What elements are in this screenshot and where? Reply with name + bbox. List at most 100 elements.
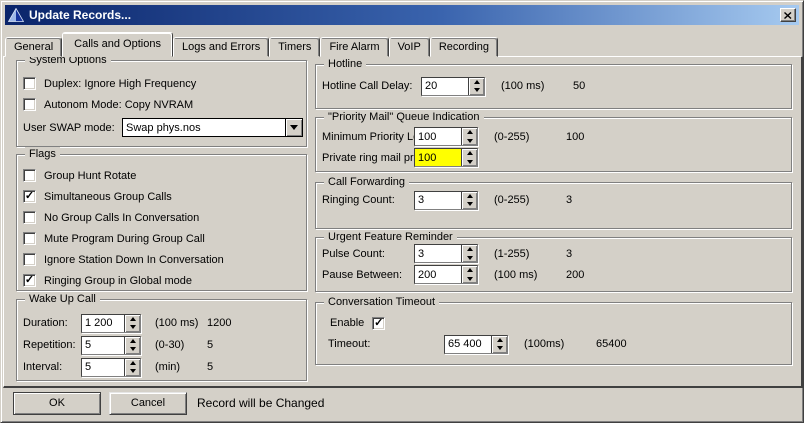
- tab-logs-and-errors[interactable]: Logs and Errors: [173, 37, 269, 57]
- spin-down-icon[interactable]: [492, 344, 507, 353]
- timeout-row: Timeout: (100ms) 65400: [316, 333, 791, 355]
- tab-timers[interactable]: Timers: [269, 37, 320, 57]
- spinner-buttons: [124, 337, 140, 354]
- user-swap-value[interactable]: [123, 119, 285, 136]
- timeout-input[interactable]: [445, 336, 491, 353]
- duration-input[interactable]: [82, 315, 124, 332]
- spin-up-icon[interactable]: [125, 359, 140, 368]
- ringing-count-input[interactable]: [415, 192, 461, 209]
- duration-label: Duration:: [23, 317, 81, 329]
- checkbox-row-no-group-calls: No Group Calls In Conversation: [17, 207, 306, 228]
- minimum-priority-level-label: Minimum Priority Level:: [322, 131, 414, 143]
- duration-spinedit: [81, 314, 141, 333]
- timeout-label: Timeout:: [328, 338, 444, 350]
- timeout-current: 65400: [596, 338, 627, 350]
- interval-spinedit: [81, 358, 141, 377]
- checkbox-row-duplex: Duplex: Ignore High Frequency: [17, 73, 306, 94]
- spin-up-icon[interactable]: [462, 128, 477, 137]
- simultaneous-group-calls-checkbox[interactable]: ✓: [23, 190, 36, 203]
- checkbox-label: Ignore Station Down In Conversation: [44, 254, 224, 266]
- pause-between-label: Pause Between:: [322, 269, 414, 281]
- group-urgent-feature-reminder: Urgent Feature Reminder Pulse Count: (1-…: [315, 237, 792, 292]
- minimum-priority-level-current: 100: [566, 131, 584, 143]
- tab-fire-alarm[interactable]: Fire Alarm: [320, 37, 388, 57]
- ignore-station-down-checkbox[interactable]: [23, 253, 36, 266]
- hotline-call-delay-spinedit: [421, 77, 485, 96]
- repetition-spinedit: [81, 336, 141, 355]
- spin-down-icon[interactable]: [462, 200, 477, 209]
- minimum-priority-level-input[interactable]: [415, 128, 461, 145]
- ringing-group-global-checkbox[interactable]: ✓: [23, 274, 36, 287]
- autonom-checkbox[interactable]: [23, 98, 36, 111]
- timeout-spinedit: [444, 335, 508, 354]
- titlebar[interactable]: Update Records...: [5, 5, 799, 25]
- ok-button[interactable]: OK: [13, 392, 101, 415]
- tab-calls-and-options[interactable]: Calls and Options: [62, 32, 173, 57]
- ringing-count-spinedit: [414, 191, 478, 210]
- group-hunt-rotate-checkbox[interactable]: [23, 169, 36, 182]
- duration-row: Duration: (100 ms) 1200: [17, 312, 306, 334]
- repetition-row: Repetition: (0-30) 5: [17, 334, 306, 356]
- private-ring-mail-priority-label: Private ring mail priority:: [322, 152, 414, 164]
- cancel-button[interactable]: Cancel: [109, 392, 187, 415]
- spin-down-icon[interactable]: [125, 345, 140, 354]
- spin-up-icon[interactable]: [462, 266, 477, 275]
- pause-between-input[interactable]: [415, 266, 461, 283]
- spinner-buttons: [124, 359, 140, 376]
- interval-label: Interval:: [23, 361, 81, 373]
- private-ring-mail-priority-input[interactable]: [415, 149, 461, 166]
- interval-current-value: 5: [207, 361, 213, 373]
- spin-up-icon[interactable]: [125, 315, 140, 324]
- ringing-count-current: 3: [566, 194, 572, 206]
- spin-up-icon[interactable]: [462, 192, 477, 201]
- interval-input[interactable]: [82, 359, 124, 376]
- spin-up-icon[interactable]: [125, 337, 140, 346]
- spin-down-icon[interactable]: [462, 254, 477, 263]
- hotline-call-delay-row: Hotline Call Delay: (100 ms) 50: [316, 75, 791, 97]
- enable-checkbox[interactable]: ✓: [372, 317, 385, 330]
- pulse-count-input[interactable]: [415, 245, 461, 262]
- hotline-call-delay-label: Hotline Call Delay:: [322, 80, 421, 92]
- checkbox-label: Mute Program During Group Call: [44, 233, 205, 245]
- duplex-checkbox[interactable]: [23, 77, 36, 90]
- checkbox-label: Ringing Group in Global mode: [44, 275, 192, 287]
- checkbox-row-group-hunt: Group Hunt Rotate: [17, 165, 306, 186]
- spin-down-icon[interactable]: [462, 275, 477, 284]
- user-swap-combo[interactable]: [122, 118, 303, 137]
- mute-program-checkbox[interactable]: [23, 232, 36, 245]
- pause-between-current: 200: [566, 269, 584, 281]
- spin-up-icon[interactable]: [492, 336, 507, 345]
- app-icon: [8, 8, 24, 22]
- spin-down-icon[interactable]: [125, 323, 140, 332]
- group-flags: Flags Group Hunt Rotate ✓ Simultaneous G…: [16, 154, 307, 291]
- tab-page-calls-and-options: System Options Duplex: Ignore High Frequ…: [3, 56, 803, 388]
- tab-voip[interactable]: VoIP: [389, 37, 430, 57]
- tab-recording[interactable]: Recording: [430, 37, 498, 57]
- enable-label: Enable: [330, 317, 364, 329]
- spin-up-icon[interactable]: [462, 149, 477, 158]
- spinner-buttons: [491, 336, 507, 353]
- spin-up-icon[interactable]: [469, 78, 484, 87]
- user-swap-row: User SWAP mode:: [17, 117, 306, 138]
- no-group-calls-checkbox[interactable]: [23, 211, 36, 224]
- checkbox-row-simultaneous: ✓ Simultaneous Group Calls: [17, 186, 306, 207]
- close-button[interactable]: [780, 8, 796, 22]
- pause-between-spinedit: [414, 265, 478, 284]
- checkbox-label: No Group Calls In Conversation: [44, 212, 199, 224]
- spin-down-icon[interactable]: [125, 367, 140, 376]
- repetition-input[interactable]: [82, 337, 124, 354]
- footer: OK Cancel Record will be Changed: [1, 388, 804, 423]
- checkbox-row-ignore-station: Ignore Station Down In Conversation: [17, 249, 306, 270]
- tab-general[interactable]: General: [5, 37, 62, 57]
- group-hotline: Hotline Hotline Call Delay: (100 ms) 50: [315, 64, 792, 109]
- hotline-call-delay-input[interactable]: [422, 78, 468, 95]
- spin-down-icon[interactable]: [469, 86, 484, 95]
- spin-down-icon[interactable]: [462, 137, 477, 146]
- minimum-priority-level-row: Minimum Priority Level: (0-255) 100: [316, 126, 791, 147]
- spin-down-icon[interactable]: [462, 158, 477, 167]
- spin-up-icon[interactable]: [462, 245, 477, 254]
- spinner-buttons: [461, 149, 477, 166]
- tab-strip: General Calls and Options Logs and Error…: [5, 32, 498, 57]
- dropdown-arrow-icon[interactable]: [285, 119, 302, 136]
- interval-row: Interval: (min) 5: [17, 356, 306, 378]
